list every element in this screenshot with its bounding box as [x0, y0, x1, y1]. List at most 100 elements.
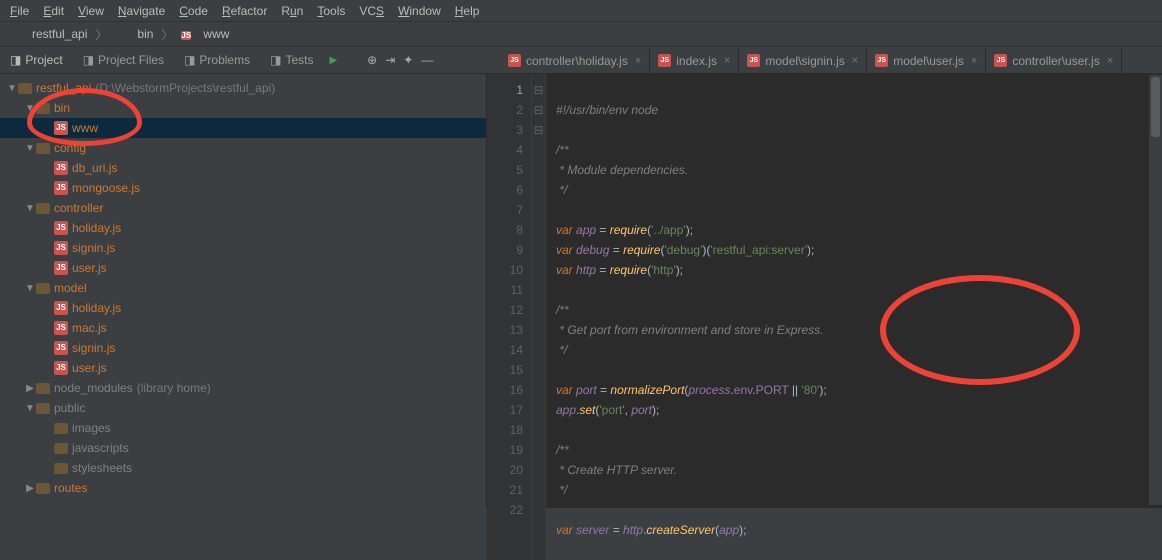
- project-icon: ◨: [10, 53, 21, 67]
- folder-icon: [36, 483, 50, 494]
- tree-label: config: [54, 141, 86, 155]
- tree-label: user.js: [72, 261, 107, 275]
- tree-row-mongoose-js[interactable]: JSmongoose.js: [0, 178, 486, 198]
- tree-twisty[interactable]: ▶: [24, 483, 36, 494]
- breadcrumb-bin[interactable]: bin: [111, 25, 157, 43]
- menu-vcs[interactable]: VCS: [353, 2, 390, 20]
- breadcrumb-sep: 〉: [161, 26, 173, 43]
- tree-label: node_modules: [54, 381, 133, 395]
- tree-twisty[interactable]: ▼: [24, 403, 36, 414]
- tool-tab-project[interactable]: ◨ Project: [0, 47, 73, 73]
- tests-icon: ◨: [270, 53, 281, 67]
- editor-tab-label: controller\user.js: [1012, 54, 1099, 68]
- tree-label: holiday.js: [72, 221, 121, 235]
- breadcrumb-sep: 〉: [95, 26, 107, 43]
- menu-code[interactable]: Code: [173, 2, 214, 20]
- close-icon[interactable]: ×: [1107, 55, 1113, 67]
- menu-help[interactable]: Help: [449, 2, 486, 20]
- tree-twisty[interactable]: ▼: [24, 103, 36, 114]
- tool-tab-project-files[interactable]: ◨ Project Files: [73, 47, 174, 73]
- tree-twisty[interactable]: ▼: [6, 83, 18, 94]
- tree-row-user-js[interactable]: JSuser.js: [0, 258, 486, 278]
- run-icon[interactable]: ▶: [329, 55, 337, 66]
- tree-row-node_modules[interactable]: ▶ node_modules (library home): [0, 378, 486, 398]
- folder-icon: [18, 83, 32, 94]
- tree-row-signin-js[interactable]: JSsignin.js: [0, 338, 486, 358]
- breadcrumb-label: bin: [137, 27, 153, 41]
- folder-icon: [36, 143, 50, 154]
- hide-icon[interactable]: —: [421, 53, 433, 67]
- menu-navigate[interactable]: Navigate: [112, 2, 171, 20]
- folder-icon: [36, 403, 50, 414]
- code-editor[interactable]: 12345678910111213141516171819202122 ⊟⊟⊟ …: [487, 74, 1162, 508]
- editor-tab-holiday[interactable]: JS controller\holiday.js ×: [500, 48, 650, 73]
- vertical-scrollbar[interactable]: [1149, 75, 1162, 505]
- close-icon[interactable]: ×: [635, 55, 641, 67]
- tree-row-bin[interactable]: ▼bin: [0, 98, 486, 118]
- editor-tab-signin[interactable]: JS model\signin.js ×: [739, 48, 867, 73]
- tree-row-user-js[interactable]: JSuser.js: [0, 358, 486, 378]
- tree-row-holiday-js[interactable]: JSholiday.js: [0, 298, 486, 318]
- tree-row-holiday-js[interactable]: JSholiday.js: [0, 218, 486, 238]
- collapse-icon[interactable]: ⇥: [385, 53, 395, 67]
- tree-label: images: [72, 421, 111, 435]
- tree-twisty[interactable]: ▼: [24, 143, 36, 154]
- close-icon[interactable]: ×: [971, 55, 977, 67]
- close-icon[interactable]: ×: [852, 55, 858, 67]
- breadcrumb-www[interactable]: JS www: [177, 25, 233, 43]
- tree-twisty[interactable]: ▼: [24, 283, 36, 294]
- js-icon: JS: [54, 121, 68, 135]
- tree-row-javascripts[interactable]: javascripts: [0, 438, 486, 458]
- editor-tab-label: model\user.js: [893, 54, 964, 68]
- menu-refactor[interactable]: Refactor: [216, 2, 273, 20]
- tree-row-public[interactable]: ▼ public: [0, 398, 486, 418]
- gear-icon[interactable]: ✦: [403, 53, 413, 67]
- menu-window[interactable]: Window: [392, 2, 447, 20]
- tool-tab-problems[interactable]: ◨ Problems: [174, 47, 260, 73]
- tree-label: controller: [54, 201, 103, 215]
- tree-label: mongoose.js: [72, 181, 140, 195]
- tree-label: signin.js: [72, 241, 115, 255]
- menu-view[interactable]: View: [72, 2, 110, 20]
- menu-file[interactable]: File: [4, 2, 35, 20]
- tree-twisty[interactable]: ▼: [24, 203, 36, 214]
- tree-row-mac-js[interactable]: JSmac.js: [0, 318, 486, 338]
- tree-row-stylesheets[interactable]: stylesheets: [0, 458, 486, 478]
- tree-hint: (library home): [137, 381, 211, 395]
- menu-run[interactable]: Run: [275, 2, 309, 20]
- close-icon[interactable]: ×: [724, 55, 730, 67]
- menu-edit[interactable]: Edit: [37, 2, 70, 20]
- code-line: * Create HTTP server.: [556, 463, 677, 477]
- editor-tab-user-model[interactable]: JS model\user.js ×: [867, 48, 986, 73]
- tree-row-restful_api[interactable]: ▼restful_api(D:\WebstormProjects\restful…: [0, 78, 486, 98]
- editor-tab-user-controller[interactable]: JS controller\user.js ×: [986, 48, 1122, 73]
- breadcrumb-project[interactable]: restful_api: [6, 25, 91, 43]
- js-icon: JS: [54, 341, 68, 355]
- tree-row-controller[interactable]: ▼ controller: [0, 198, 486, 218]
- settings-icon[interactable]: ⊕: [367, 53, 377, 67]
- tree-row-model[interactable]: ▼model: [0, 278, 486, 298]
- folder-icon: [54, 423, 68, 434]
- tree-row-db_uri-js[interactable]: JSdb_uri.js: [0, 158, 486, 178]
- tool-tab-tests[interactable]: ◨ Tests: [260, 47, 323, 73]
- tree-row-config[interactable]: ▼ config: [0, 138, 486, 158]
- tool-tab-label: Tests: [285, 53, 313, 67]
- project-tree[interactable]: ▼restful_api(D:\WebstormProjects\restful…: [0, 74, 487, 508]
- tree-label: db_uri.js: [72, 161, 117, 175]
- tree-label: stylesheets: [72, 461, 132, 475]
- code-area[interactable]: #!/usr/bin/env node /** * Module depende…: [546, 74, 1162, 560]
- tree-label: user.js: [72, 361, 107, 375]
- fold-gutter: ⊟⊟⊟: [532, 74, 546, 560]
- folder-icon: [36, 283, 50, 294]
- tree-row-images[interactable]: images: [0, 418, 486, 438]
- tree-label: public: [54, 401, 85, 415]
- tree-twisty[interactable]: ▶: [24, 383, 36, 394]
- menu-tools[interactable]: Tools: [311, 2, 351, 20]
- code-line: #!/usr/bin/env node: [556, 103, 658, 117]
- editor-tab-index[interactable]: JS index.js ×: [650, 48, 739, 73]
- tree-row-www[interactable]: JS www: [0, 118, 486, 138]
- tree-row-routes[interactable]: ▶routes: [0, 478, 486, 498]
- tree-label: www: [72, 121, 98, 135]
- editor-tab-label: index.js: [676, 54, 717, 68]
- tree-row-signin-js[interactable]: JSsignin.js: [0, 238, 486, 258]
